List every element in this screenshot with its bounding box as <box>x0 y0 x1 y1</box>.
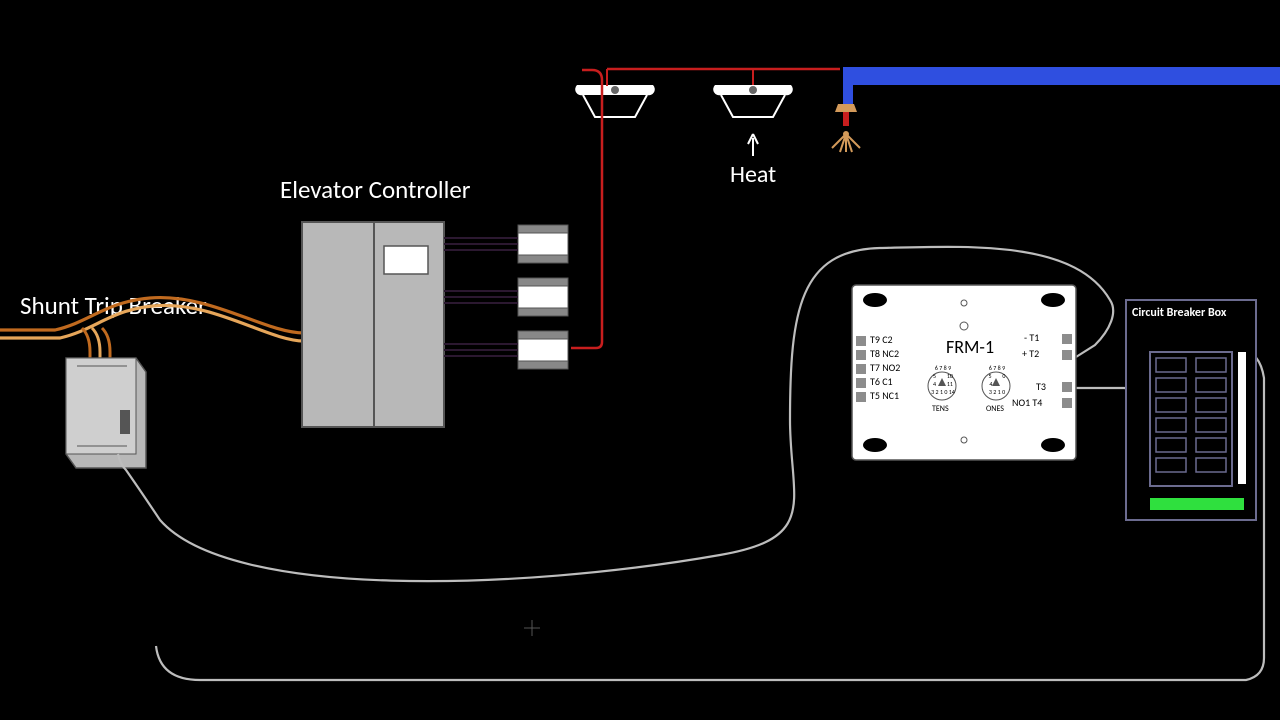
tens-ticks: 6 7 8 95 104 113 2 1 0 14 <box>924 364 962 396</box>
c2: C2 <box>882 333 892 346</box>
ones-ticks: 6 7 8 95 04 3 2 1 0 <box>978 364 1016 396</box>
elevator-controller-icon <box>302 222 444 427</box>
sprinkler-icon <box>832 104 860 152</box>
minus: - <box>1024 331 1027 344</box>
t1: T1 <box>1029 331 1039 344</box>
no1: NO1 <box>1012 396 1030 409</box>
ones-label: ONES <box>986 404 1004 414</box>
nc2: NC2 <box>882 347 899 360</box>
no2: NO2 <box>882 361 900 374</box>
tens-label: TENS <box>932 404 949 414</box>
frm1-title: FRM-1 <box>946 336 994 358</box>
t4: T4 <box>1032 396 1042 409</box>
wiring-svg <box>0 0 1280 720</box>
t3: T3 <box>1036 380 1046 393</box>
t8: T8 <box>870 347 880 360</box>
plus: + <box>1022 347 1027 360</box>
nc1: NC1 <box>882 389 899 402</box>
circuit-breaker-box-label: Circuit Breaker Box <box>1132 306 1226 320</box>
t2: T2 <box>1029 347 1039 360</box>
t6: T6 <box>870 375 880 388</box>
diagram-canvas: Shunt Trip Breaker Elevator Controller H… <box>0 0 1280 720</box>
t9: T9 <box>870 333 880 346</box>
heat-detector-1-icon <box>575 85 655 117</box>
t5: T5 <box>870 389 880 402</box>
heat-detector-2-icon <box>713 85 793 117</box>
relay-modules-icon <box>518 225 568 369</box>
t7: T7 <box>870 361 880 374</box>
shunt-trip-breaker-icon <box>66 358 146 468</box>
circuit-breaker-box-icon <box>1126 300 1256 520</box>
cursor-crosshair-icon <box>524 620 540 636</box>
c1: C1 <box>882 375 892 388</box>
wire-red <box>571 70 602 348</box>
